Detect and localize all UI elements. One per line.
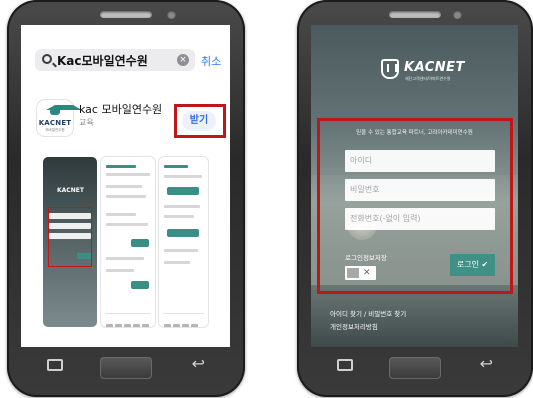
- preview-chip: [167, 187, 199, 195]
- preview-field: [49, 223, 91, 229]
- preview-line: [106, 269, 134, 272]
- preview-line: [106, 257, 144, 260]
- preview-header: [164, 165, 188, 168]
- app-store-screen: Kac모바일연수원 × 취소 KACNET 모바일연수원 kac 모바일연수원 …: [21, 25, 230, 347]
- preview-line: [164, 215, 194, 218]
- preview-tabbar: [105, 313, 151, 327]
- preview-line: [106, 185, 142, 188]
- hardware-navbar: ↩: [297, 347, 533, 397]
- search-bar[interactable]: Kac모바일연수원 ×: [35, 49, 195, 71]
- preview-login-button: [77, 253, 91, 259]
- home-button-icon[interactable]: [389, 357, 441, 379]
- id-field[interactable]: 아이디: [345, 150, 495, 172]
- preview-tabbar: [163, 313, 204, 327]
- preview-line: [164, 249, 198, 252]
- left-phone: Kac모바일연수원 × 취소 KACNET 모바일연수원 kac 모바일연수원 …: [7, 0, 245, 397]
- back-icon[interactable]: ↩: [192, 355, 205, 373]
- preview-line: [106, 173, 150, 176]
- preview-line: [164, 175, 202, 178]
- preview-chip: [131, 239, 149, 247]
- right-phone: KACNET 재단고객센터/아파트연수원 믿을 수 있는 통합교육 파트너, 고…: [297, 0, 533, 397]
- preview-line: [106, 223, 148, 226]
- hardware-navbar: ↩: [7, 347, 245, 397]
- brand-subtitle: 재단고객센터/아파트연수원: [405, 76, 451, 81]
- remember-login-label: 로그인정보저장: [345, 254, 387, 262]
- cancel-button[interactable]: 취소: [201, 53, 221, 69]
- phone-field-placeholder: 전화번호(-없이 입력): [350, 214, 421, 223]
- preview-line: [106, 195, 146, 198]
- recent-apps-icon[interactable]: [337, 359, 353, 371]
- preview-logo: KACNET: [57, 187, 84, 194]
- home-button-icon[interactable]: [100, 357, 152, 379]
- password-field[interactable]: 비밀번호: [345, 179, 495, 201]
- camera-lens: [453, 10, 462, 19]
- back-icon[interactable]: ↩: [480, 355, 493, 373]
- preview-field: [49, 233, 91, 239]
- password-field-placeholder: 비밀번호: [350, 185, 380, 194]
- id-field-placeholder: 아이디: [350, 156, 373, 165]
- recent-apps-icon[interactable]: [47, 359, 63, 371]
- tagline: 믿을 수 있는 통합교육 파트너, 고려아카데미연수원: [356, 130, 473, 136]
- privacy-policy-link[interactable]: 개인정보처리방침: [330, 321, 378, 331]
- preview-chip: [131, 281, 149, 289]
- preview-line: [106, 213, 136, 216]
- preview-screenshot-course-list[interactable]: [101, 157, 155, 327]
- app-icon[interactable]: KACNET 모바일연수원: [37, 100, 82, 136]
- login-screen: KACNET 재단고객센터/아파트연수원 믿을 수 있는 통합교육 파트너, 고…: [311, 25, 518, 347]
- app-category: 교육: [79, 118, 94, 127]
- app-name[interactable]: kac 모바일연수원: [79, 101, 162, 117]
- preview-screenshot-login[interactable]: KACNET: [43, 157, 97, 327]
- find-id-password-link[interactable]: 아이디 찾기 / 비밀번호 찾기: [330, 308, 406, 318]
- brand-name: KACNET: [404, 60, 465, 75]
- login-button[interactable]: 로그인 ✔: [450, 254, 495, 276]
- preview-field: [49, 213, 91, 219]
- close-icon: ✕: [363, 268, 371, 278]
- speaker-grille: [100, 11, 152, 18]
- camera-lens: [167, 10, 176, 19]
- toggle-knob: [347, 268, 359, 278]
- speaker-grille: [389, 11, 441, 18]
- app-icon-wordmark: KACNET: [38, 119, 72, 127]
- canvas: Kac모바일연수원 × 취소 KACNET 모바일연수원 kac 모바일연수원 …: [0, 0, 533, 398]
- preview-screenshot-course-detail[interactable]: [159, 157, 208, 327]
- remember-login-toggle[interactable]: ✕: [345, 266, 376, 280]
- preview-line: [164, 261, 190, 264]
- preview-header: [106, 165, 136, 168]
- clear-icon[interactable]: ×: [177, 54, 189, 66]
- preview-chip: [167, 229, 199, 237]
- search-input[interactable]: Kac모바일연수원: [57, 52, 148, 69]
- graduation-cap-icon: [46, 105, 82, 116]
- app-icon-subtitle: 모바일연수원: [45, 128, 65, 132]
- search-icon: [42, 54, 52, 64]
- get-button-highlight: [174, 104, 226, 138]
- phone-field[interactable]: 전화번호(-없이 입력): [345, 208, 495, 230]
- kacnet-logo-icon: [381, 59, 399, 79]
- preview-line: [164, 205, 200, 208]
